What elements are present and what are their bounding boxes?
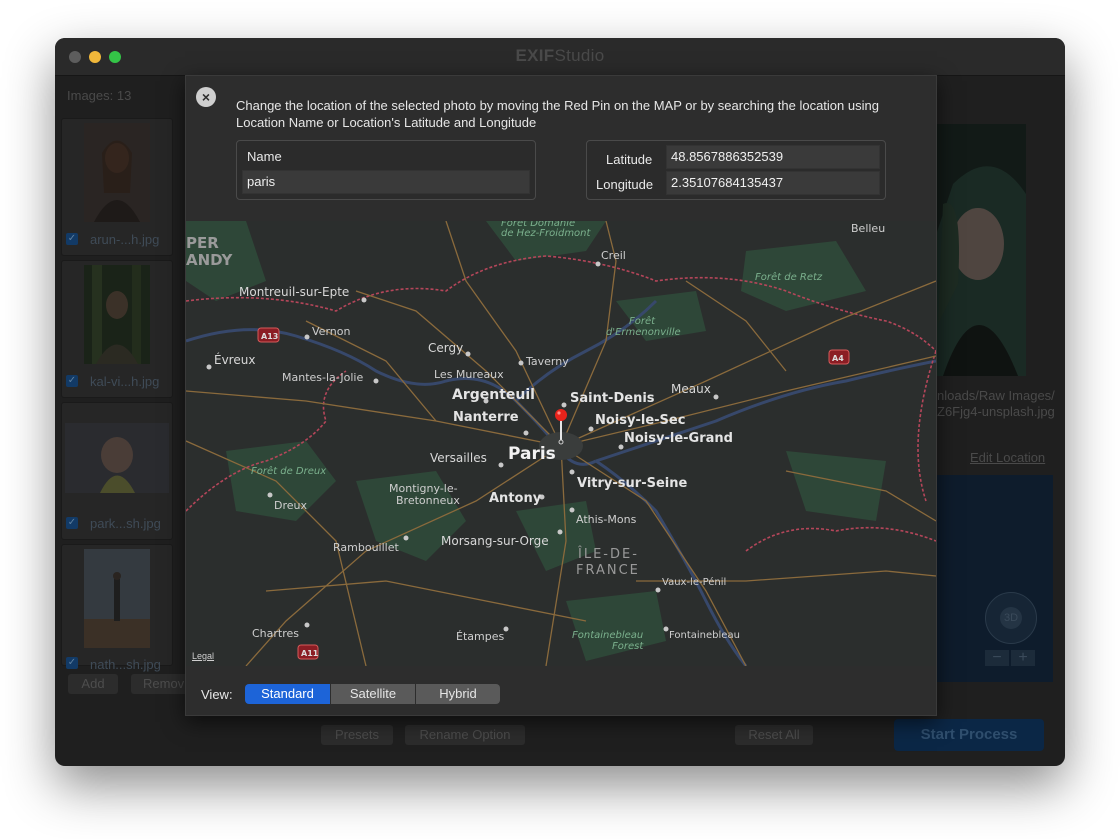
map-label: Antony xyxy=(489,491,542,506)
map-label: Noisy-le-Sec xyxy=(595,413,685,428)
file-card[interactable]: ✓ nath...sh.jpg xyxy=(61,544,173,672)
file-name: arun-...h.jpg xyxy=(90,232,160,247)
map-label: Dreux xyxy=(274,499,307,512)
view-label: View: xyxy=(201,687,233,702)
checkbox-checked-icon[interactable]: ✓ xyxy=(66,517,78,529)
map-label: Saint-Denis xyxy=(570,391,655,406)
map-label: Forêt de Dreux xyxy=(251,465,326,477)
map-label: A4 xyxy=(832,354,844,363)
longitude-input[interactable]: 2.35107684135437 xyxy=(666,171,880,195)
name-search-box: Name paris xyxy=(236,140,536,200)
view-hybrid-tab[interactable]: Hybrid xyxy=(416,684,500,704)
view-standard-tab[interactable]: Standard xyxy=(245,684,330,704)
map-label: Rambouillet xyxy=(333,541,399,554)
map-label: Morsang-sur-Orge xyxy=(441,534,549,548)
name-input[interactable]: paris xyxy=(242,170,530,194)
map-label: Évreux xyxy=(214,352,255,367)
map-label: Creil xyxy=(601,249,626,262)
map-label: Paris xyxy=(508,444,556,464)
map-label: Taverny xyxy=(525,355,569,368)
map-label: Étampes xyxy=(456,630,504,643)
title-bar: EXIFStudio xyxy=(55,38,1065,76)
map-label: Athis-Mons xyxy=(576,513,637,526)
photo-thumbnail xyxy=(84,123,150,222)
add-button[interactable]: Add xyxy=(68,674,118,694)
instructions-text: Change the location of the selected phot… xyxy=(236,98,879,130)
photo-thumbnail xyxy=(84,265,150,364)
edit-location-link[interactable]: Edit Location xyxy=(970,450,1045,465)
app-title: EXIFStudio xyxy=(515,46,605,65)
map-canvas[interactable]: Forêt Domanie de Hez-Froidmont Belleu PE… xyxy=(186,221,936,666)
map-label: A13 xyxy=(261,332,278,341)
view-satellite-tab[interactable]: Satellite xyxy=(331,684,415,704)
close-icon[interactable]: × xyxy=(196,87,216,107)
map-label: Forêt de Retz xyxy=(755,271,823,283)
checkbox-checked-icon[interactable]: ✓ xyxy=(66,375,78,387)
map-label: Argenteuil xyxy=(452,387,535,403)
zoom-in-icon[interactable]: + xyxy=(1011,650,1035,666)
file-path-line: nloads/Raw Images/ xyxy=(937,388,1055,403)
map-label: PER xyxy=(186,234,219,252)
reset-all-button[interactable]: Reset All xyxy=(735,725,813,745)
map-label: Les Mureaux xyxy=(434,368,504,381)
file-card[interactable]: ✓ kal-vi...h.jpg xyxy=(61,260,173,398)
file-name: nath...sh.jpg xyxy=(90,657,161,672)
longitude-label: Longitude xyxy=(596,177,654,192)
map-label: Nanterre xyxy=(453,410,519,425)
map-label: d'Ermenonville xyxy=(606,327,681,338)
name-label: Name xyxy=(247,149,282,164)
map-label: Noisy-le-Grand xyxy=(624,431,733,446)
file-path-line: Z6Fjg4-unsplash.jpg xyxy=(937,404,1055,419)
map-label: Bretonneux xyxy=(396,494,460,507)
map-label: Fontainebleau xyxy=(572,630,643,641)
map-label: ÎLE-DE- xyxy=(577,546,639,562)
coordinates-box: Latitude 48.8567886352539 Longitude 2.35… xyxy=(586,140,886,200)
latitude-label: Latitude xyxy=(606,152,653,167)
checkbox-checked-icon[interactable]: ✓ xyxy=(66,657,78,669)
map-label: Mantes-la-Jolie xyxy=(282,371,363,384)
legal-link[interactable]: Legal xyxy=(192,651,214,661)
photo-preview xyxy=(933,124,1026,376)
rename-option-button[interactable]: Rename Option xyxy=(405,725,525,745)
photo-thumbnail xyxy=(84,549,150,648)
map-label: A11 xyxy=(301,649,319,658)
map-label: Forêt xyxy=(629,315,656,327)
file-name: park...sh.jpg xyxy=(90,516,161,531)
checkbox-checked-icon[interactable]: ✓ xyxy=(66,233,78,245)
map-label: Vitry-sur-Seine xyxy=(577,476,687,491)
presets-button[interactable]: Presets xyxy=(321,725,393,745)
images-count: Images: 13 xyxy=(67,88,132,103)
map-label: Vaux-le-Pénil xyxy=(662,576,726,588)
map-label: ANDY xyxy=(186,251,234,269)
map-label: Meaux xyxy=(671,382,711,396)
map-label: Versailles xyxy=(430,451,487,465)
zoom-out-icon[interactable]: − xyxy=(985,650,1009,666)
map-label: Belleu xyxy=(851,222,885,235)
latitude-input[interactable]: 48.8567886352539 xyxy=(666,145,880,169)
map-label: Montreuil-sur-Epte xyxy=(239,285,349,299)
map-label: Vernon xyxy=(312,325,350,338)
map-label: Forest xyxy=(612,641,644,652)
preview-map: 3D − + xyxy=(933,475,1053,682)
map-label: Chartres xyxy=(252,627,299,640)
edit-location-dialog: × Change the location of the selected ph… xyxy=(185,75,937,716)
map-label: Fontainebleau xyxy=(669,630,740,641)
map-label: Cergy xyxy=(428,341,463,355)
map-label: FRANCE xyxy=(576,563,640,578)
map-view[interactable]: Forêt Domanie de Hez-Froidmont Belleu PE… xyxy=(186,221,936,666)
start-process-button[interactable]: Start Process xyxy=(894,719,1044,751)
compass-icon[interactable]: 3D xyxy=(985,592,1037,644)
file-card[interactable]: ✓ park...sh.jpg xyxy=(61,402,173,540)
photo-thumbnail xyxy=(65,423,169,493)
file-name: kal-vi...h.jpg xyxy=(90,374,160,389)
file-card[interactable]: ✓ arun-...h.jpg xyxy=(61,118,173,256)
map-label: de Hez-Froidmont xyxy=(501,228,592,239)
